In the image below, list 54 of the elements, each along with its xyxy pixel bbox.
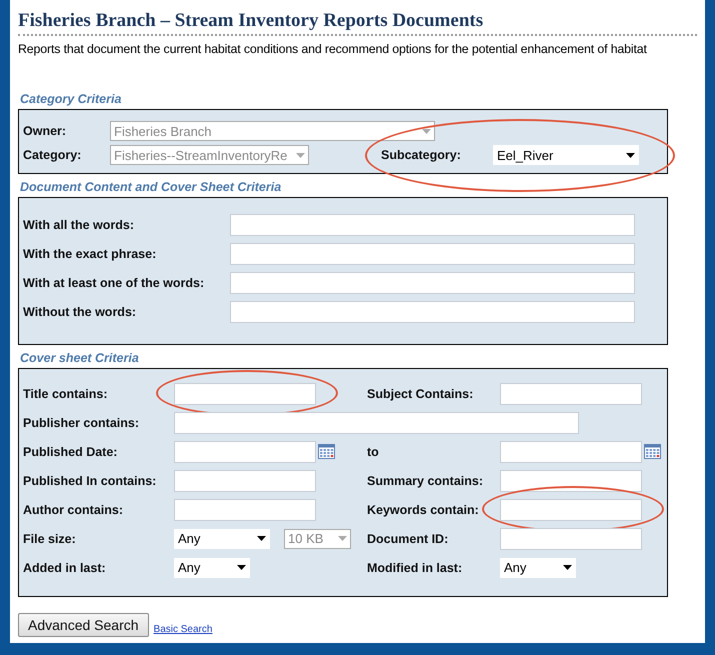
field-label: With all the words: bbox=[23, 218, 135, 232]
caret-icon bbox=[338, 536, 347, 541]
field-label: Without the words: bbox=[23, 304, 138, 318]
section-heading: Category Criteria bbox=[20, 92, 122, 106]
caret-icon bbox=[422, 128, 431, 134]
text-field[interactable] bbox=[230, 300, 635, 322]
text-field[interactable] bbox=[500, 528, 642, 550]
text-field[interactable] bbox=[230, 242, 635, 264]
page-description: Reports that document the current habitat conditions and recommend options for the potential enhancement of habitat bbox=[18, 42, 648, 56]
field-label: Published In contains: bbox=[23, 474, 158, 488]
dropdown[interactable]: Eel_River bbox=[493, 145, 639, 165]
field-label: Author contains: bbox=[23, 502, 124, 516]
caret-icon bbox=[237, 565, 246, 570]
field-label: Summary contains: bbox=[367, 474, 484, 488]
text-field[interactable] bbox=[174, 382, 316, 404]
basic-search-link[interactable]: Basic Search bbox=[154, 624, 212, 635]
field-label: Modified in last: bbox=[367, 560, 464, 574]
field-label: File size: bbox=[23, 532, 77, 546]
field-label: With the exact phrase: bbox=[23, 246, 158, 260]
field-label: to bbox=[367, 444, 380, 458]
section-heading: Cover sheet Criteria bbox=[20, 351, 140, 365]
section-heading: Document Content and Cover Sheet Criteria bbox=[20, 180, 282, 194]
text-field[interactable] bbox=[500, 470, 642, 492]
field-label: Added in last: bbox=[23, 560, 107, 574]
page-title: Fisheries Branch – Stream Inventory Reports Documents bbox=[18, 9, 484, 33]
caret-icon bbox=[563, 565, 572, 570]
field-label: Keywords contain: bbox=[367, 502, 480, 516]
text-field[interactable] bbox=[230, 214, 635, 236]
advanced-search-button[interactable]: Advanced Search bbox=[18, 613, 149, 637]
field-label: Document ID: bbox=[367, 532, 450, 546]
field-label: Publisher contains: bbox=[23, 416, 140, 430]
text-field[interactable] bbox=[174, 412, 579, 434]
date-field[interactable] bbox=[174, 440, 316, 462]
field-label: Title contains: bbox=[23, 386, 109, 400]
text-field[interactable] bbox=[500, 498, 642, 520]
caret-icon bbox=[296, 152, 305, 158]
caret-icon bbox=[626, 152, 635, 158]
text-field[interactable] bbox=[174, 470, 316, 492]
field-label: Owner: bbox=[23, 124, 68, 138]
field-label: Subcategory: bbox=[381, 148, 462, 162]
dropdown[interactable]: Any bbox=[500, 558, 576, 578]
text-field[interactable] bbox=[230, 272, 635, 294]
dropdown[interactable]: Any bbox=[174, 528, 270, 548]
field-label: Category: bbox=[23, 148, 82, 162]
field-label: With at least one of the words: bbox=[23, 276, 206, 290]
caret-icon bbox=[257, 536, 266, 541]
field-label: Published Date: bbox=[23, 444, 118, 458]
text-field[interactable] bbox=[500, 382, 642, 404]
text-field[interactable] bbox=[174, 498, 316, 520]
calendar-icon[interactable] bbox=[318, 444, 335, 459]
date-field[interactable] bbox=[500, 440, 642, 462]
field-label: Subject Contains: bbox=[367, 386, 474, 400]
dropdown[interactable]: Any bbox=[174, 558, 250, 578]
calendar-icon[interactable] bbox=[644, 444, 661, 459]
